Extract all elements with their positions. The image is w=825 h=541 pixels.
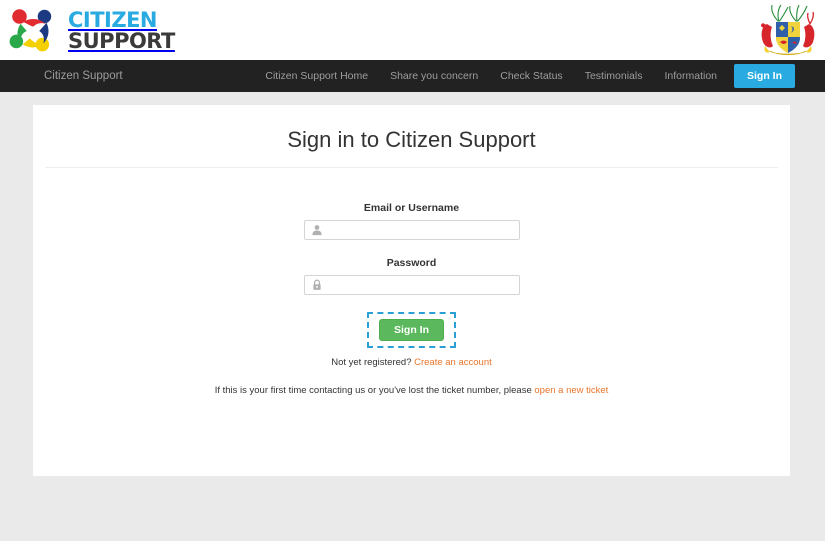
ticket-prompt-text: If this is your first time contacting us… <box>214 385 532 396</box>
nav-item-citizen-support-home[interactable]: Citizen Support Home <box>254 60 379 92</box>
title-divider <box>45 167 778 168</box>
nav-item-testimonials[interactable]: Testimonials <box>574 60 654 92</box>
password-field-wrapper <box>303 275 520 295</box>
password-input[interactable] <box>303 275 520 295</box>
signin-submit-button[interactable]: Sign In <box>379 319 444 341</box>
brand-wordmark: CITIZEN SUPPORT <box>68 8 175 52</box>
username-label: Email or Username <box>363 202 460 214</box>
submit-row: Sign In <box>304 312 520 348</box>
signin-focus-highlight: Sign In <box>367 312 456 348</box>
page-body: Sign in to Citizen Support Email or User… <box>0 92 825 541</box>
brand-wordmark-citizen: CITIZEN <box>68 8 158 32</box>
nav-links-group: Citizen Support Home Share you concern C… <box>254 60 825 92</box>
signin-card: Sign in to Citizen Support Email or User… <box>33 105 790 476</box>
register-prompt-row: Not yet registered? Create an account <box>304 357 520 368</box>
password-label: Password <box>386 257 437 269</box>
nav-item-share-you-concern[interactable]: Share you concern <box>379 60 489 92</box>
nav-brand-link[interactable]: Citizen Support <box>0 60 123 92</box>
main-navigation: Citizen Support Citizen Support Home Sha… <box>0 60 825 92</box>
citizen-support-logo-icon <box>9 9 52 52</box>
site-header: CITIZEN SUPPORT <box>0 0 825 60</box>
nav-item-check-status[interactable]: Check Status <box>489 60 573 92</box>
register-prompt-text: Not yet registered? <box>331 357 412 368</box>
open-new-ticket-link[interactable]: open a new ticket <box>534 385 608 396</box>
username-field-wrapper <box>303 220 520 240</box>
nav-item-information[interactable]: Information <box>653 60 728 92</box>
brand-wordmark-support: SUPPORT <box>68 29 175 53</box>
page-title: Sign in to Citizen Support <box>287 127 536 152</box>
ticket-prompt-row: If this is your first time contacting us… <box>33 385 790 396</box>
signin-form: Email or Username Password Sign In Not y… <box>303 202 520 368</box>
brand-logo-link[interactable]: CITIZEN SUPPORT <box>6 4 175 56</box>
create-account-link[interactable]: Create an account <box>414 357 492 368</box>
nav-signin-button[interactable]: Sign In <box>734 64 795 88</box>
username-input[interactable] <box>303 220 520 240</box>
mauritius-coat-of-arms <box>757 2 819 58</box>
